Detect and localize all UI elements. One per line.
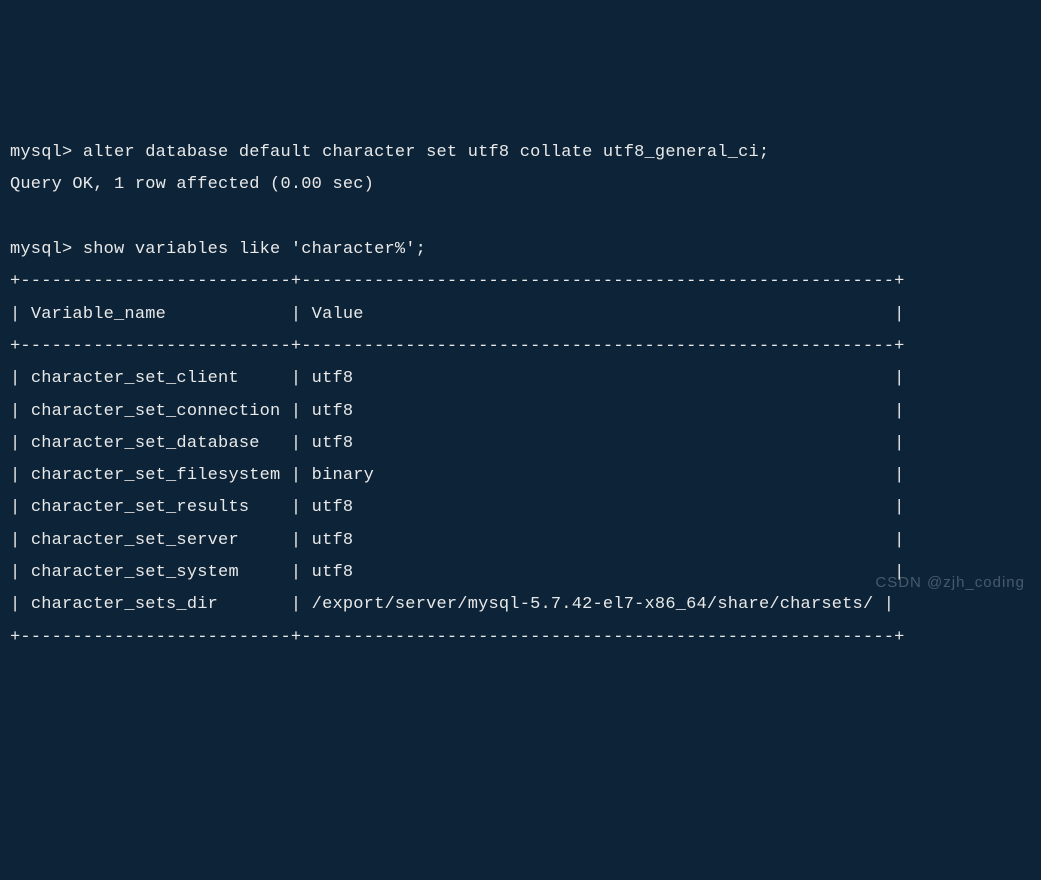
result-1: Query OK, 1 row affected (0.00 sec) bbox=[10, 175, 374, 194]
cell-value: utf8 bbox=[312, 498, 354, 517]
cell-name: character_set_server bbox=[31, 531, 239, 550]
cell-value: utf8 bbox=[312, 563, 354, 582]
command-2: show variables like 'character%'; bbox=[83, 240, 426, 259]
prompt: mysql> bbox=[10, 143, 72, 162]
table-row: | character_set_connection | utf8 | bbox=[10, 402, 905, 421]
cell-value: binary bbox=[312, 466, 374, 485]
cell-name: character_set_results bbox=[31, 498, 249, 517]
table-row: | character_set_results | utf8 | bbox=[10, 498, 905, 517]
column-header-value: Value bbox=[312, 305, 364, 324]
column-header-name: Variable_name bbox=[31, 305, 166, 324]
command-1: alter database default character set utf… bbox=[83, 143, 770, 162]
table-border-bottom: +--------------------------+------------… bbox=[10, 628, 905, 647]
table-row: | character_set_server | utf8 | bbox=[10, 531, 905, 550]
table-header-row: | Variable_name | Value | bbox=[10, 305, 905, 324]
cell-name: character_set_connection bbox=[31, 402, 281, 421]
cell-name: character_set_client bbox=[31, 369, 239, 388]
cell-value: utf8 bbox=[312, 531, 354, 550]
table-row: | character_set_system | utf8 | bbox=[10, 563, 905, 582]
table-row: | character_set_database | utf8 | bbox=[10, 434, 905, 453]
cell-value: utf8 bbox=[312, 434, 354, 453]
table-border-mid: +--------------------------+------------… bbox=[10, 337, 905, 356]
table-row: | character_set_filesystem | binary | bbox=[10, 466, 905, 485]
table-border-top: +--------------------------+------------… bbox=[10, 272, 905, 291]
cell-value: utf8 bbox=[312, 369, 354, 388]
cell-name: character_set_system bbox=[31, 563, 239, 582]
cell-name: character_set_database bbox=[31, 434, 260, 453]
cell-value: utf8 bbox=[312, 402, 354, 421]
prompt: mysql> bbox=[10, 240, 72, 259]
cell-name: character_set_filesystem bbox=[31, 466, 281, 485]
watermark: CSDN @zjh_coding bbox=[875, 569, 1025, 598]
table-row: | character_set_client | utf8 | bbox=[10, 369, 905, 388]
